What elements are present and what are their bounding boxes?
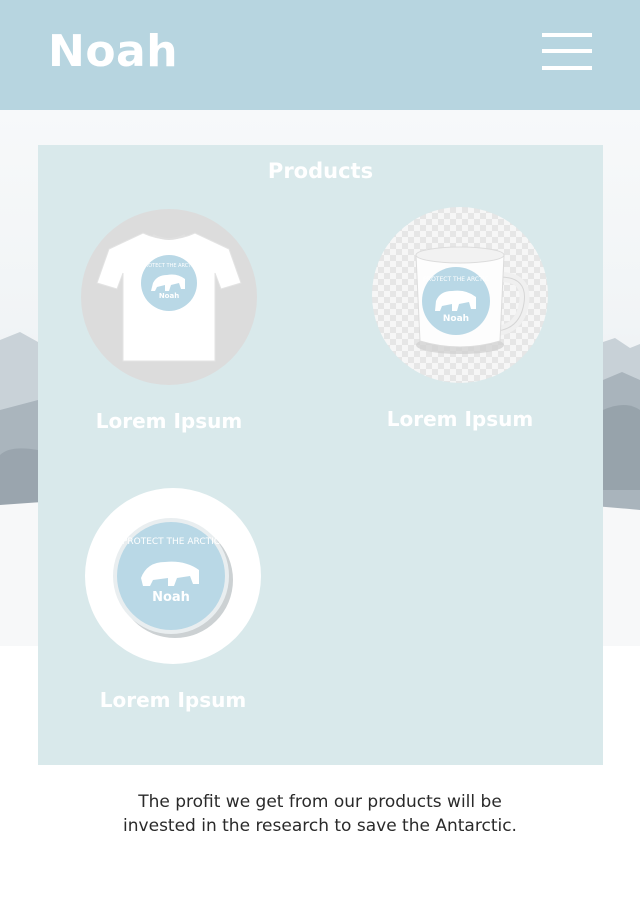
t-shirt-product-image[interactable]: PROTECT THE ARCTIC Noah xyxy=(81,209,257,385)
brand-logo[interactable]: Noah xyxy=(48,26,178,78)
products-title: Products xyxy=(267,159,374,183)
logo-arc-text: PROTECT THE ARCTIC xyxy=(122,537,220,547)
product-card-tshirt[interactable]: PROTECT THE ARCTIC Noah Lorem Ipsum xyxy=(81,209,257,433)
products-panel: Products PROTECT THE ARCTIC Noah Lorem I… xyxy=(38,145,603,765)
product-card-badge[interactable]: PROTECT THE ARCTIC Noah Lorem Ipsum xyxy=(85,488,261,712)
logo-arc-text: PROTECT THE ARCTIC xyxy=(142,263,197,269)
site-header: Noah xyxy=(0,0,640,110)
product-name[interactable]: Lorem Ipsum xyxy=(81,409,257,433)
mission-line-2: invested in the research to save the Ant… xyxy=(123,816,517,836)
logo-name-text: Noah xyxy=(443,314,469,324)
menu-bar-top xyxy=(542,33,592,37)
mission-line-1: The profit we get from our products will… xyxy=(138,792,502,812)
menu-bar-bottom xyxy=(542,66,592,70)
page: Noah Products PROTECT THE ARCTIC Noah Lo… xyxy=(0,0,640,900)
logo-name-text: Noah xyxy=(159,292,179,300)
logo-name-text: Noah xyxy=(152,590,190,605)
product-name[interactable]: Lorem Ipsum xyxy=(85,688,261,712)
product-card-mug[interactable]: PROTECT THE ARCTIC Noah Lorem Ipsum xyxy=(372,207,548,431)
mug-product-image[interactable]: PROTECT THE ARCTIC Noah xyxy=(372,207,548,383)
logo-arc-text: PROTECT THE ARCTIC xyxy=(423,276,488,283)
badge-product-image[interactable]: PROTECT THE ARCTIC Noah xyxy=(85,488,261,664)
menu-bar-middle xyxy=(542,49,592,53)
hamburger-menu-icon[interactable] xyxy=(542,32,592,72)
product-name[interactable]: Lorem Ipsum xyxy=(372,407,548,431)
mission-statement: The profit we get from our products will… xyxy=(0,790,640,838)
